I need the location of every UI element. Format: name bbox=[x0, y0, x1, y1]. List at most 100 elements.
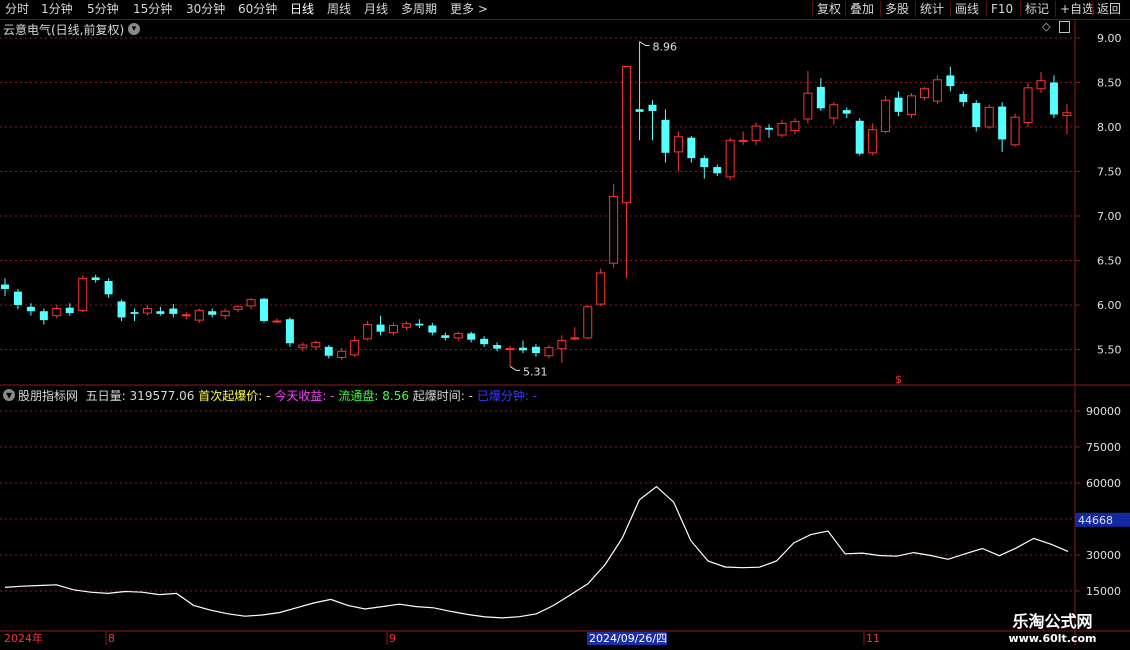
liutong-value: 8.56 bbox=[382, 389, 409, 403]
qibao-time-value: - bbox=[468, 389, 474, 403]
candle-body-down bbox=[285, 319, 294, 344]
candle-body-down bbox=[65, 307, 74, 314]
candle-body-down bbox=[117, 301, 126, 318]
candle-body-up bbox=[272, 320, 282, 323]
indicator-axis-label: 90000 bbox=[1086, 405, 1121, 418]
kline-chart[interactable]: 9.00 8.50 8.00 7.50 7.00 6.50 6.00 5.50 90000 750… bbox=[0, 0, 1130, 650]
candle-body-up bbox=[311, 341, 321, 348]
axes: 9.00 8.50 8.00 7.50 7.00 6.50 6.00 5.50 90000 750… bbox=[4, 32, 1130, 645]
liutong-label: 流通盘: bbox=[338, 389, 379, 403]
candle-body-up bbox=[738, 139, 748, 142]
candle-body-up bbox=[881, 99, 891, 132]
yibao-label: 已爆分钟: bbox=[476, 389, 529, 403]
candle-body-up bbox=[233, 306, 243, 310]
indicator-name: 股朋指标网 bbox=[18, 389, 79, 403]
candle-body-up bbox=[777, 122, 787, 136]
candle-body-down bbox=[415, 323, 424, 326]
window-icon[interactable] bbox=[1059, 21, 1070, 33]
candle-body-down bbox=[946, 75, 955, 87]
candle-body-up bbox=[557, 340, 567, 350]
candle-body-up bbox=[622, 65, 632, 204]
price-axis-label: 8.50 bbox=[1097, 77, 1122, 90]
candle-body-up bbox=[337, 350, 347, 359]
five-day-volume-line bbox=[4, 485, 1069, 619]
candle-body-up bbox=[868, 129, 878, 154]
candle-body-up bbox=[803, 92, 813, 120]
watermark-url: www.60lt.com bbox=[1008, 632, 1097, 645]
candle-body-up bbox=[453, 332, 463, 339]
price-axis-label: 6.50 bbox=[1097, 255, 1122, 268]
candle-body-down bbox=[39, 311, 48, 321]
candle-body-up bbox=[751, 125, 761, 141]
candle-body-up bbox=[984, 106, 994, 128]
shouci-value: - bbox=[266, 389, 271, 403]
chevron-down-icon[interactable]: ▾ bbox=[3, 389, 15, 401]
dollar-marker: $ bbox=[895, 373, 902, 386]
jintian-label: 今天收益: bbox=[274, 389, 327, 403]
low-annotation: 5.31 bbox=[523, 365, 548, 378]
indicator-axis-label: 30000 bbox=[1086, 549, 1121, 562]
current-value-label: 44668 bbox=[1078, 514, 1113, 527]
candle-body-down bbox=[972, 102, 981, 127]
indicator-label-bar: ▾ 股朋指标网 五日量: 319577.06 首次起爆价: - 今天收益: - … bbox=[0, 386, 1075, 404]
candle-body-up bbox=[246, 299, 256, 307]
candle-body-down bbox=[324, 346, 333, 356]
candle-body-up bbox=[919, 88, 929, 99]
date-axis-month: 11 bbox=[866, 632, 880, 645]
candle-body-up bbox=[52, 308, 62, 317]
candle-body-up bbox=[505, 348, 515, 351]
candle-body-down bbox=[998, 106, 1007, 140]
price-axis-label: 7.50 bbox=[1097, 166, 1122, 179]
candle-body-up bbox=[194, 309, 204, 321]
candle-body-up bbox=[363, 324, 373, 340]
candle-body-down bbox=[169, 308, 178, 314]
candle-body-up bbox=[596, 272, 606, 305]
candle-body-down bbox=[130, 312, 139, 314]
candle-body-down bbox=[842, 110, 851, 114]
candle-body-up bbox=[401, 323, 411, 328]
wuriliang-value: 319577.06 bbox=[129, 389, 195, 403]
indicator-axis-label: 75000 bbox=[1086, 441, 1121, 454]
candle-body-down bbox=[661, 119, 670, 153]
date-axis-month: 8 bbox=[108, 632, 115, 645]
chevron-down-icon[interactable]: ▾ bbox=[128, 23, 140, 35]
candle-body-up bbox=[1023, 87, 1033, 124]
candle-body-up bbox=[1010, 116, 1020, 146]
indicator-line-series bbox=[4, 485, 1069, 619]
candle-body-down bbox=[26, 306, 35, 312]
candle-body-down bbox=[480, 338, 489, 345]
candle-body-up bbox=[570, 337, 580, 340]
candle-body-up bbox=[1036, 80, 1046, 90]
candle-body-down bbox=[208, 311, 217, 315]
candle-body-down bbox=[260, 298, 268, 322]
candle-body-up bbox=[609, 195, 619, 264]
candle-body-down bbox=[765, 127, 774, 130]
watermark-title: 乐淘公式网 bbox=[1012, 612, 1093, 631]
wuriliang-label: 五日量: bbox=[85, 389, 126, 403]
qibao-time-label: 起爆时间: bbox=[412, 389, 465, 403]
indicator-axis-label: 60000 bbox=[1086, 477, 1121, 490]
watermark: 乐淘公式网 www.60lt.com bbox=[990, 608, 1115, 645]
candle-body-down bbox=[428, 325, 437, 333]
candle-body-down bbox=[959, 94, 968, 103]
candle-body-up bbox=[1062, 112, 1072, 116]
stock-title: 云意电气(日线,前复权) bbox=[3, 23, 125, 37]
high-annotation: 8.96 bbox=[653, 41, 678, 54]
candle-body-up bbox=[389, 324, 398, 334]
candle-body-down bbox=[91, 277, 100, 281]
candle-body-down bbox=[713, 167, 722, 174]
price-axis-label: 6.00 bbox=[1097, 299, 1122, 312]
candle-body-up bbox=[583, 306, 593, 339]
candle-body-down bbox=[635, 109, 644, 112]
candle-body-down bbox=[104, 280, 113, 295]
candle-body-up bbox=[142, 308, 152, 314]
chart-title-bar: 云意电气(日线,前复权) ▾ ◇ bbox=[0, 20, 1075, 38]
shouci-label: 首次起爆价: bbox=[198, 389, 263, 403]
price-axis-label: 9.00 bbox=[1097, 32, 1122, 45]
diamond-icon[interactable]: ◇ bbox=[1042, 20, 1050, 33]
candlestick-series[interactable] bbox=[1, 41, 1072, 367]
candle-body-up bbox=[907, 95, 916, 116]
highlight-date: 2024/09/26/四 bbox=[589, 632, 667, 645]
price-axis-label: 5.50 bbox=[1097, 344, 1122, 357]
candle-body-down bbox=[855, 120, 864, 154]
